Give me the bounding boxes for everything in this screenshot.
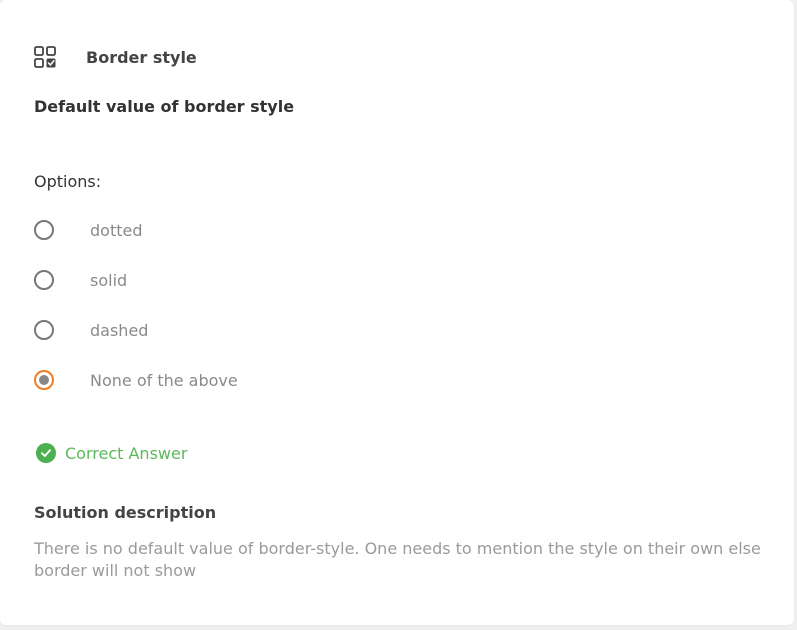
option-label: dotted: [90, 220, 143, 240]
options-label: Options:: [34, 172, 102, 191]
option-label: dashed: [90, 320, 149, 340]
result-text: Correct Answer: [65, 443, 188, 463]
option-solid[interactable]: solid: [34, 267, 127, 293]
category-title: Border style: [86, 47, 197, 67]
option-dotted[interactable]: dotted: [34, 217, 143, 243]
radio-button[interactable]: [34, 320, 54, 340]
result-indicator: Correct Answer: [36, 442, 187, 464]
option-none-of-the-above[interactable]: None of the above: [34, 367, 238, 393]
option-dashed[interactable]: dashed: [34, 317, 148, 343]
radio-button-selected[interactable]: [34, 370, 54, 390]
card-header: Border style: [34, 45, 197, 69]
option-label: solid: [90, 270, 128, 290]
question-text: Default value of border style: [34, 97, 295, 116]
question-card: Border style Default value of border sty…: [0, 0, 794, 625]
radio-button[interactable]: [34, 220, 54, 240]
radio-button[interactable]: [34, 270, 54, 290]
solution-title: Solution description: [34, 503, 217, 522]
check-circle-icon: [36, 443, 56, 463]
solution-text: There is no default value of border-styl…: [34, 539, 761, 580]
option-label: None of the above: [90, 370, 238, 390]
grid-check-icon: [34, 46, 56, 68]
